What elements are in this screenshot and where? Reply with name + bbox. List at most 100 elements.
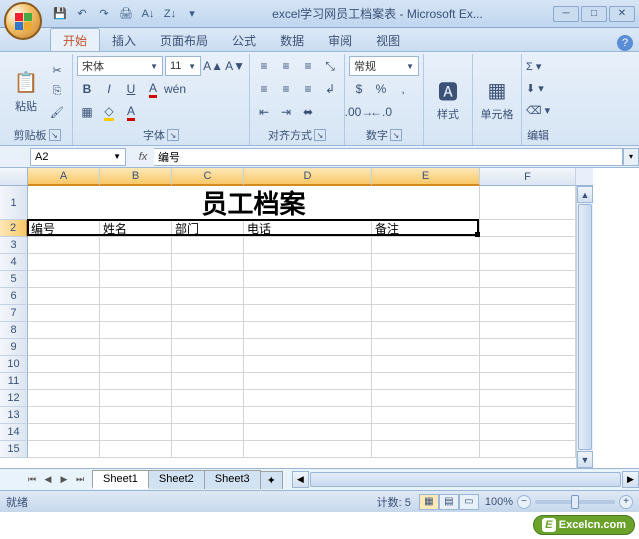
row-header-6[interactable]: 6 bbox=[0, 288, 28, 305]
col-header-B[interactable]: B bbox=[100, 168, 172, 186]
cell-C4[interactable] bbox=[172, 254, 244, 271]
cell-B9[interactable] bbox=[100, 339, 172, 356]
cell-F14[interactable] bbox=[480, 424, 576, 441]
cell-E4[interactable] bbox=[372, 254, 480, 271]
autosum-button[interactable]: Σ ▾ bbox=[526, 56, 550, 76]
cell-F13[interactable] bbox=[480, 407, 576, 424]
cell-D2[interactable]: 电话 bbox=[244, 220, 372, 237]
font-color2-icon[interactable]: A bbox=[121, 102, 141, 122]
clear-button[interactable]: ⌫ ▾ bbox=[526, 100, 550, 120]
scroll-left-icon[interactable]: ◀ bbox=[292, 471, 309, 488]
cell-A3[interactable] bbox=[28, 237, 100, 254]
cell-F6[interactable] bbox=[480, 288, 576, 305]
align-center-icon[interactable]: ≡ bbox=[276, 79, 296, 99]
orientation-icon[interactable]: ⤡ bbox=[320, 56, 340, 76]
cell-D15[interactable] bbox=[244, 441, 372, 458]
undo-icon[interactable]: ↶ bbox=[72, 4, 92, 24]
cell-D14[interactable] bbox=[244, 424, 372, 441]
row-header-8[interactable]: 8 bbox=[0, 322, 28, 339]
font-color-icon[interactable]: A bbox=[143, 79, 163, 99]
cell-B8[interactable] bbox=[100, 322, 172, 339]
cell-F12[interactable] bbox=[480, 390, 576, 407]
row-header-5[interactable]: 5 bbox=[0, 271, 28, 288]
row-header-2[interactable]: 2 bbox=[0, 220, 28, 237]
cell-E7[interactable] bbox=[372, 305, 480, 322]
row-header-11[interactable]: 11 bbox=[0, 373, 28, 390]
qat-customize-icon[interactable]: ▾ bbox=[182, 4, 202, 24]
cell-A8[interactable] bbox=[28, 322, 100, 339]
cell-D7[interactable] bbox=[244, 305, 372, 322]
cell-E12[interactable] bbox=[372, 390, 480, 407]
row-header-13[interactable]: 13 bbox=[0, 407, 28, 424]
cell-B10[interactable] bbox=[100, 356, 172, 373]
row-header-10[interactable]: 10 bbox=[0, 356, 28, 373]
formula-expand-icon[interactable]: ▾ bbox=[623, 148, 639, 166]
cell-F8[interactable] bbox=[480, 322, 576, 339]
tab-next-icon[interactable]: ▶ bbox=[56, 472, 72, 488]
cell-D8[interactable] bbox=[244, 322, 372, 339]
merge-icon[interactable]: ⬌ bbox=[298, 102, 318, 122]
select-all-button[interactable] bbox=[0, 168, 28, 186]
cell-F5[interactable] bbox=[480, 271, 576, 288]
cell-F15[interactable] bbox=[480, 441, 576, 458]
cell-F9[interactable] bbox=[480, 339, 576, 356]
sheet-tab-Sheet2[interactable]: Sheet2 bbox=[148, 470, 205, 489]
grow-font-icon[interactable]: A▲ bbox=[203, 56, 223, 76]
tab-formulas[interactable]: 公式 bbox=[220, 29, 268, 51]
cell-B11[interactable] bbox=[100, 373, 172, 390]
col-header-F[interactable]: F bbox=[480, 168, 576, 186]
clipboard-launcher-icon[interactable]: ↘ bbox=[49, 129, 61, 141]
increase-indent-icon[interactable]: ⇥ bbox=[276, 102, 296, 122]
align-left-icon[interactable]: ≡ bbox=[254, 79, 274, 99]
italic-button[interactable]: I bbox=[99, 79, 119, 99]
cell-E8[interactable] bbox=[372, 322, 480, 339]
tab-last-icon[interactable]: ⏭ bbox=[72, 472, 88, 488]
cell-B3[interactable] bbox=[100, 237, 172, 254]
cell-C2[interactable]: 部门 bbox=[172, 220, 244, 237]
cell-D11[interactable] bbox=[244, 373, 372, 390]
percent-icon[interactable]: % bbox=[371, 79, 391, 99]
cell-F10[interactable] bbox=[480, 356, 576, 373]
col-header-E[interactable]: E bbox=[372, 168, 480, 186]
decrease-indent-icon[interactable]: ⇤ bbox=[254, 102, 274, 122]
cell-D12[interactable] bbox=[244, 390, 372, 407]
styles-button[interactable]: 🅰 样式 bbox=[428, 56, 468, 142]
cell-C8[interactable] bbox=[172, 322, 244, 339]
formula-input[interactable]: 编号 bbox=[154, 148, 623, 166]
tab-pagelayout[interactable]: 页面布局 bbox=[148, 29, 220, 51]
tab-view[interactable]: 视图 bbox=[364, 29, 412, 51]
sort-desc-icon[interactable]: Z↓ bbox=[160, 4, 180, 24]
font-size-combo[interactable]: 11▼ bbox=[165, 56, 201, 76]
cell-B12[interactable] bbox=[100, 390, 172, 407]
cell-B14[interactable] bbox=[100, 424, 172, 441]
cell-E10[interactable] bbox=[372, 356, 480, 373]
row-header-14[interactable]: 14 bbox=[0, 424, 28, 441]
cell-E11[interactable] bbox=[372, 373, 480, 390]
cell-A11[interactable] bbox=[28, 373, 100, 390]
zoom-slider[interactable] bbox=[535, 500, 615, 504]
cell-C5[interactable] bbox=[172, 271, 244, 288]
cell-D10[interactable] bbox=[244, 356, 372, 373]
shrink-font-icon[interactable]: A▼ bbox=[225, 56, 245, 76]
cell-E14[interactable] bbox=[372, 424, 480, 441]
cut-icon[interactable]: ✂ bbox=[48, 61, 66, 79]
cell-F2[interactable] bbox=[480, 220, 576, 237]
cell-A4[interactable] bbox=[28, 254, 100, 271]
save-icon[interactable]: 💾 bbox=[50, 4, 70, 24]
fx-icon[interactable]: fx bbox=[132, 151, 154, 163]
increase-decimal-icon[interactable]: .00→ bbox=[349, 102, 369, 122]
number-format-combo[interactable]: 常规▼ bbox=[349, 56, 419, 76]
tab-review[interactable]: 审阅 bbox=[316, 29, 364, 51]
col-header-D[interactable]: D bbox=[244, 168, 372, 186]
cell-F11[interactable] bbox=[480, 373, 576, 390]
cell-E6[interactable] bbox=[372, 288, 480, 305]
cell-A10[interactable] bbox=[28, 356, 100, 373]
cell-D5[interactable] bbox=[244, 271, 372, 288]
col-header-A[interactable]: A bbox=[28, 168, 100, 186]
wrap-text-icon[interactable]: ↲ bbox=[320, 79, 340, 99]
col-header-C[interactable]: C bbox=[172, 168, 244, 186]
cell-C7[interactable] bbox=[172, 305, 244, 322]
scroll-thumb-v[interactable] bbox=[578, 204, 592, 450]
zoom-out-icon[interactable]: − bbox=[517, 495, 531, 509]
cell-C15[interactable] bbox=[172, 441, 244, 458]
